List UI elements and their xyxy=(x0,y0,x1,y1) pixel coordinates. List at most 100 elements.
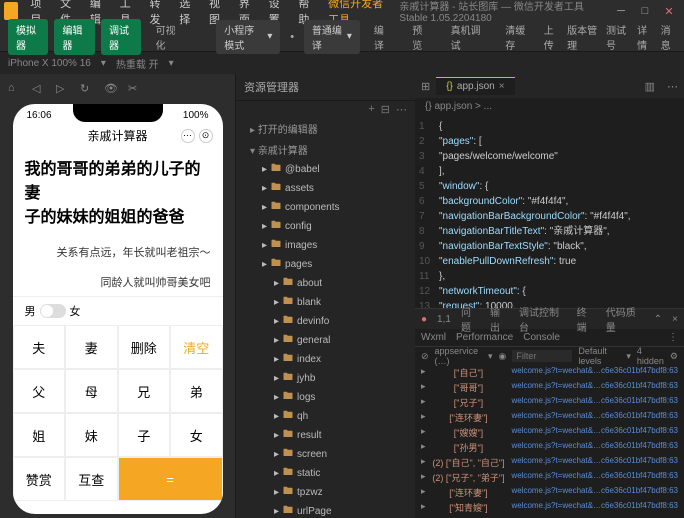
tree-item[interactable]: ▸ 🖿 qh xyxy=(236,407,415,426)
key-reverse[interactable]: 互查 xyxy=(65,457,118,501)
more-icon[interactable]: ⋯ xyxy=(396,103,407,116)
capsule-menu-icon[interactable]: ⋯ xyxy=(181,129,195,143)
key-husband[interactable]: 夫 xyxy=(13,325,66,369)
tree-item[interactable]: ▸ 🖿 tpzwz xyxy=(236,483,415,502)
tree-item[interactable]: ▸ 🖿 about xyxy=(236,274,415,293)
action-clear[interactable]: 清缓存 xyxy=(497,19,537,55)
key-younger-sister[interactable]: 妹 xyxy=(65,413,118,457)
action-compile[interactable]: 编译 xyxy=(366,19,398,55)
key-wife[interactable]: 妻 xyxy=(65,325,118,369)
result-line2: 同龄人就叫帅哥美女吧 xyxy=(25,274,211,290)
console-log-row[interactable]: ▸ ["知青嫂"]welcome.js?t=wechat&…c6e36c01bf… xyxy=(415,500,684,515)
console-log-row[interactable]: ▸ ["连环妻"]welcome.js?t=wechat&…c6e36c01bf… xyxy=(415,410,684,425)
gender-toggle[interactable] xyxy=(40,304,66,318)
tree-item[interactable]: ▸ 🖿 static xyxy=(236,464,415,483)
tree-project-root[interactable]: 亲戚计算器 xyxy=(236,139,415,160)
refresh-icon[interactable]: ↻ xyxy=(80,82,96,98)
subtab-wxml[interactable]: Wxml xyxy=(421,332,446,343)
subtab-perf[interactable]: Performance xyxy=(456,332,513,343)
tree-item[interactable]: ▸ 🖿 screen xyxy=(236,445,415,464)
action-remote[interactable]: 真机调试 xyxy=(443,19,492,55)
tab-debugger[interactable]: 调试器 xyxy=(101,19,141,55)
breadcrumb[interactable]: {} app.json > ... xyxy=(415,98,684,115)
tab-more-icon[interactable]: ⋯ xyxy=(661,80,684,93)
tree-item[interactable]: ▸ 🖿 urlPage xyxy=(236,502,415,518)
close-icon[interactable]: ✕ xyxy=(658,3,680,19)
key-son[interactable]: 子 xyxy=(118,413,171,457)
tree-open-editors[interactable]: 打开的编辑器 xyxy=(236,118,415,139)
console-log-row[interactable]: ▸ ["兄子"]welcome.js?t=wechat&…c6e36c01bf4… xyxy=(415,395,684,410)
code-editor[interactable]: 1{2 "pages": [3 "pages/welcome/welcome"4… xyxy=(415,115,684,308)
key-younger-brother[interactable]: 弟 xyxy=(170,369,223,413)
key-equals[interactable]: = xyxy=(118,457,223,501)
version-btn[interactable]: 版本管理 xyxy=(567,22,598,52)
key-delete[interactable]: 删除 xyxy=(118,325,171,369)
cut-icon[interactable]: ✂ xyxy=(128,82,144,98)
tree-item[interactable]: ▸ 🖿 components xyxy=(236,198,415,217)
tree-item[interactable]: ▸ 🖿 @babel xyxy=(236,160,415,179)
console-log-row[interactable]: ▸ ["嫂嫂"]welcome.js?t=wechat&…c6e36c01bf4… xyxy=(415,425,684,440)
filter-input[interactable] xyxy=(512,350,572,362)
tree-item[interactable]: ▸ 🖿 jyhb xyxy=(236,369,415,388)
console-log-row[interactable]: ▸ ["哥哥"]welcome.js?t=wechat&…c6e36c01bf4… xyxy=(415,380,684,395)
tree-item[interactable]: ▸ 🖿 config xyxy=(236,217,415,236)
con-collapse-icon[interactable]: ⌃ xyxy=(654,314,662,325)
tree-item[interactable]: ▸ 🖿 index xyxy=(236,350,415,369)
con-clear-icon[interactable]: ⊘ xyxy=(421,351,429,362)
tree-item[interactable]: ▸ 🖿 assets xyxy=(236,179,415,198)
context-dropdown[interactable]: appservice (…) xyxy=(435,346,482,366)
maximize-icon[interactable]: □ xyxy=(634,3,656,19)
home-icon[interactable]: ⌂ xyxy=(8,82,24,98)
forward-icon[interactable]: ▷ xyxy=(56,82,72,98)
mode-dropdown[interactable]: 小程序模式▾ xyxy=(216,20,280,54)
minimize-icon[interactable]: ─ xyxy=(610,3,632,19)
upload-btn[interactable]: 上传 xyxy=(544,22,559,52)
compile-dropdown[interactable]: 普通编译▾ xyxy=(304,20,360,54)
tab-visual[interactable]: 可视化 xyxy=(147,19,187,55)
key-daughter[interactable]: 女 xyxy=(170,413,223,457)
con-dock-icon[interactable]: ⋮ xyxy=(668,332,678,343)
test-btn[interactable]: 测试号 xyxy=(606,22,629,52)
levels-dropdown[interactable]: Default levels xyxy=(578,346,620,366)
msg-btn[interactable]: 消息 xyxy=(661,22,676,52)
tab-editor[interactable]: 编辑器 xyxy=(54,19,94,55)
back-icon[interactable]: ◁ xyxy=(32,82,48,98)
filter-eye-icon[interactable]: ◉ xyxy=(499,351,507,362)
expand-icon[interactable]: ⊞ xyxy=(415,80,436,93)
key-reward[interactable]: 赞赏 xyxy=(13,457,66,501)
file-explorer: 资源管理器 + ⊟ ⋯ 打开的编辑器 亲戚计算器 ▸ 🖿 @babel▸ 🖿 a… xyxy=(235,74,415,518)
key-clear[interactable]: 清空 xyxy=(170,325,223,369)
subtab-console[interactable]: Console xyxy=(523,332,560,343)
con-gear-icon[interactable]: ⚙ xyxy=(670,351,678,362)
capsule-close-icon[interactable]: ⊙ xyxy=(199,129,213,143)
tree-item[interactable]: ▸ 🖿 devinfo xyxy=(236,312,415,331)
tree-item[interactable]: ▸ 🖿 blank xyxy=(236,293,415,312)
detail-btn[interactable]: 详情 xyxy=(637,22,652,52)
key-elder-brother[interactable]: 兄 xyxy=(118,369,171,413)
console-log-row[interactable]: ▸ ["自己"]welcome.js?t=wechat&…c6e36c01bf4… xyxy=(415,365,684,380)
new-file-icon[interactable]: + xyxy=(368,103,374,116)
console-log-row[interactable]: ▸ ["孙男"]welcome.js?t=wechat&…c6e36c01bf4… xyxy=(415,440,684,455)
key-father[interactable]: 父 xyxy=(13,369,66,413)
console-log-row[interactable]: ▸ ["连环妻"]welcome.js?t=wechat&…c6e36c01bf… xyxy=(415,485,684,500)
tree-item[interactable]: ▸ 🖿 pages xyxy=(236,255,415,274)
problem-count: 1,1 xyxy=(437,314,451,325)
tree-item[interactable]: ▸ 🖿 result xyxy=(236,426,415,445)
key-mother[interactable]: 母 xyxy=(65,369,118,413)
device-select[interactable]: iPhone X 100% 16 xyxy=(8,58,91,69)
con-close-icon[interactable]: × xyxy=(672,314,678,325)
tree-item[interactable]: ▸ 🖿 images xyxy=(236,236,415,255)
action-preview[interactable]: 预览 xyxy=(404,19,436,55)
hot-reload[interactable]: 热重载 开 xyxy=(116,56,159,71)
eye-icon[interactable]: 👁 xyxy=(104,82,120,98)
tab-app-json[interactable]: {}app.json× xyxy=(436,77,514,95)
tree-item[interactable]: ▸ 🖿 general xyxy=(236,331,415,350)
key-elder-sister[interactable]: 姐 xyxy=(13,413,66,457)
tree-item[interactable]: ▸ 🖿 logs xyxy=(236,388,415,407)
collapse-icon[interactable]: ⊟ xyxy=(381,103,390,116)
split-icon[interactable]: ▥ xyxy=(639,80,661,93)
tab-close-icon[interactable]: × xyxy=(499,81,505,92)
console-log-row[interactable]: ▸ (2) ["兄子", "弟子"]welcome.js?t=wechat&…c… xyxy=(415,470,684,485)
console-log-row[interactable]: ▸ (2) ["自己", "自己"]welcome.js?t=wechat&…c… xyxy=(415,455,684,470)
tab-simulator[interactable]: 模拟器 xyxy=(8,19,48,55)
